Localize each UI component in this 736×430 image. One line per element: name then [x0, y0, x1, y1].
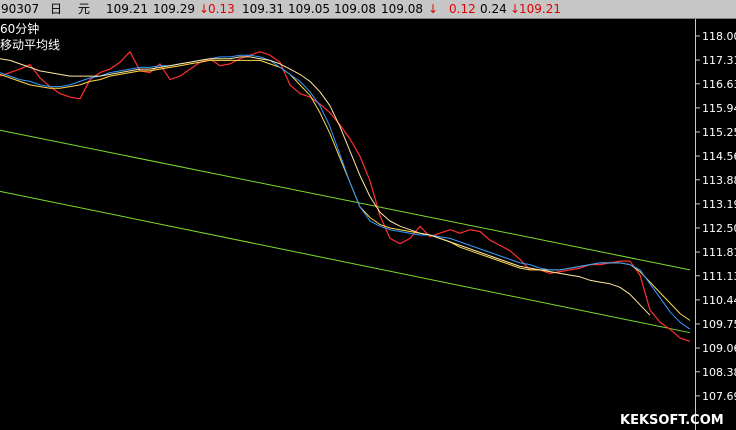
last-price-value: 109.21: [519, 2, 561, 16]
prev-close-value: 109.31: [242, 2, 284, 16]
y-tick-label: 113.88: [702, 174, 736, 187]
y-tick-label: 109.06: [702, 342, 736, 355]
y-tick-label: 109.75: [702, 318, 736, 331]
y-tick-label: 115.94: [702, 102, 736, 115]
y-tick-label: 118.00: [702, 30, 736, 43]
y-tick-label: 107.69: [702, 390, 736, 403]
change-value: 0.13: [208, 2, 235, 16]
y-tick-label: 111.13: [702, 270, 736, 283]
ask-value: 109.08: [381, 2, 423, 16]
period-text: 60分钟: [0, 21, 39, 36]
y-tick-label: 113.19: [702, 198, 736, 211]
y-tick-label: 108.38: [702, 366, 736, 379]
spread-value: 0.24: [480, 2, 507, 16]
price-chart[interactable]: 118.00 117.31 116.63 115.94 115.25 114.56 113.…: [0, 19, 736, 430]
y-tick-label: 112.50: [702, 222, 736, 235]
change-value-2: 0.12: [449, 2, 476, 16]
indicator-text: 移动平均线: [0, 38, 60, 52]
instrument-code: 90307: [1, 2, 40, 16]
y-tick-label: 117.31: [702, 54, 736, 67]
quote-bar: 90307 日 元 109.21 109.29 ↓ 0.13 109.31 10…: [0, 0, 736, 19]
y-tick-label: 111.81: [702, 246, 736, 259]
bid-value: 109.08: [334, 2, 376, 16]
chart-background: [0, 19, 736, 430]
down-arrow-icon-2: ↓: [428, 2, 439, 16]
high-value: 109.29: [153, 2, 195, 16]
y-tick-label: 116.63: [702, 78, 736, 91]
currency-label: 元: [78, 2, 91, 16]
low-value: 109.05: [288, 2, 330, 16]
y-tick-label: 110.44: [702, 294, 736, 307]
open-value: 109.21: [106, 2, 148, 16]
period-label: 日: [50, 2, 63, 16]
y-tick-label: 115.25: [702, 126, 736, 139]
watermark-text: KEKSOFT.COM: [620, 413, 724, 428]
y-tick-label: 114.56: [702, 150, 736, 163]
